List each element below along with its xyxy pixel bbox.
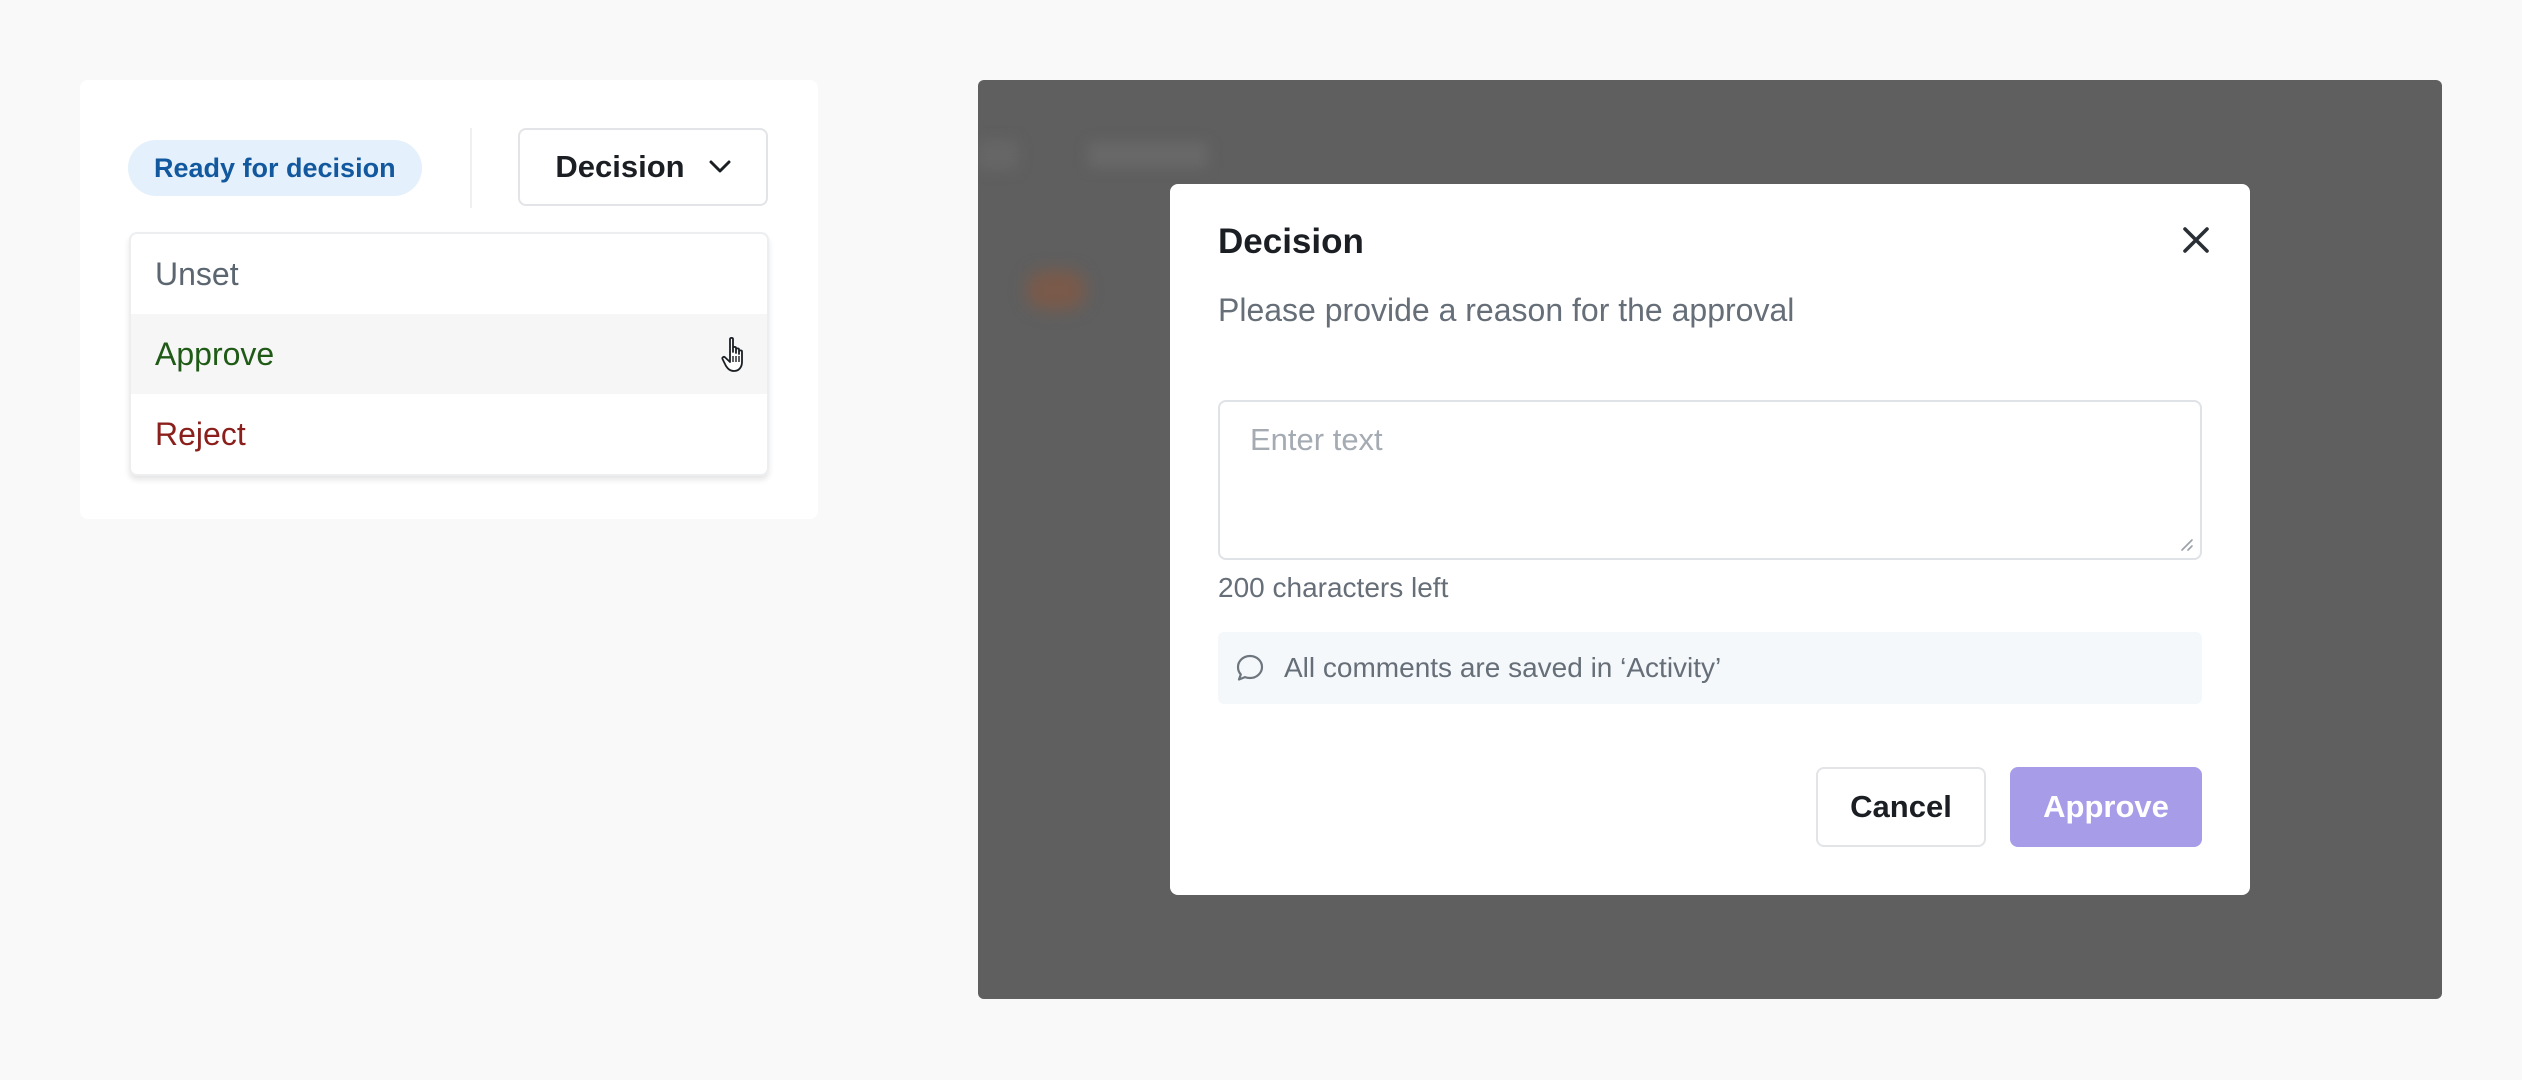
menu-item-label: Unset [155,256,239,292]
divider [470,128,472,208]
decision-panel: Ready for decision Decision Unset Approv… [80,80,818,519]
close-icon[interactable] [2178,222,2214,258]
decision-dropdown-menu: Unset Approve Reject [129,232,769,476]
hand-cursor-icon [721,336,743,372]
chevron-down-icon [709,160,731,173]
cancel-button[interactable]: Cancel [1816,767,1986,847]
blurred-background-content [1088,142,1208,168]
reason-textarea[interactable] [1220,402,2200,558]
status-badge: Ready for decision [128,140,422,196]
menu-item-label: Reject [155,416,246,452]
modal-subtitle: Please provide a reason for the approval [1218,292,1795,328]
approve-button[interactable]: Approve [2010,767,2202,847]
info-text: All comments are saved in ‘Activity’ [1284,652,1722,683]
menu-item-unset[interactable]: Unset [131,234,767,314]
character-count: 200 characters left [1218,572,1449,603]
blurred-background-content [978,140,1018,170]
decision-dropdown-button[interactable]: Decision [518,128,768,206]
info-banner: All comments are saved in ‘Activity’ [1218,632,2202,704]
menu-item-label: Approve [155,336,275,372]
resize-handle-icon[interactable] [2178,536,2194,552]
comment-icon [1236,654,1264,681]
decision-dropdown-label: Decision [555,149,685,184]
menu-item-approve[interactable]: Approve [131,314,767,394]
menu-item-reject[interactable]: Reject [131,394,767,474]
blurred-background-avatar [1026,270,1086,310]
modal-title: Decision [1218,222,1364,261]
reason-textarea-container [1218,400,2202,560]
decision-modal: Decision Please provide a reason for the… [1170,184,2250,895]
